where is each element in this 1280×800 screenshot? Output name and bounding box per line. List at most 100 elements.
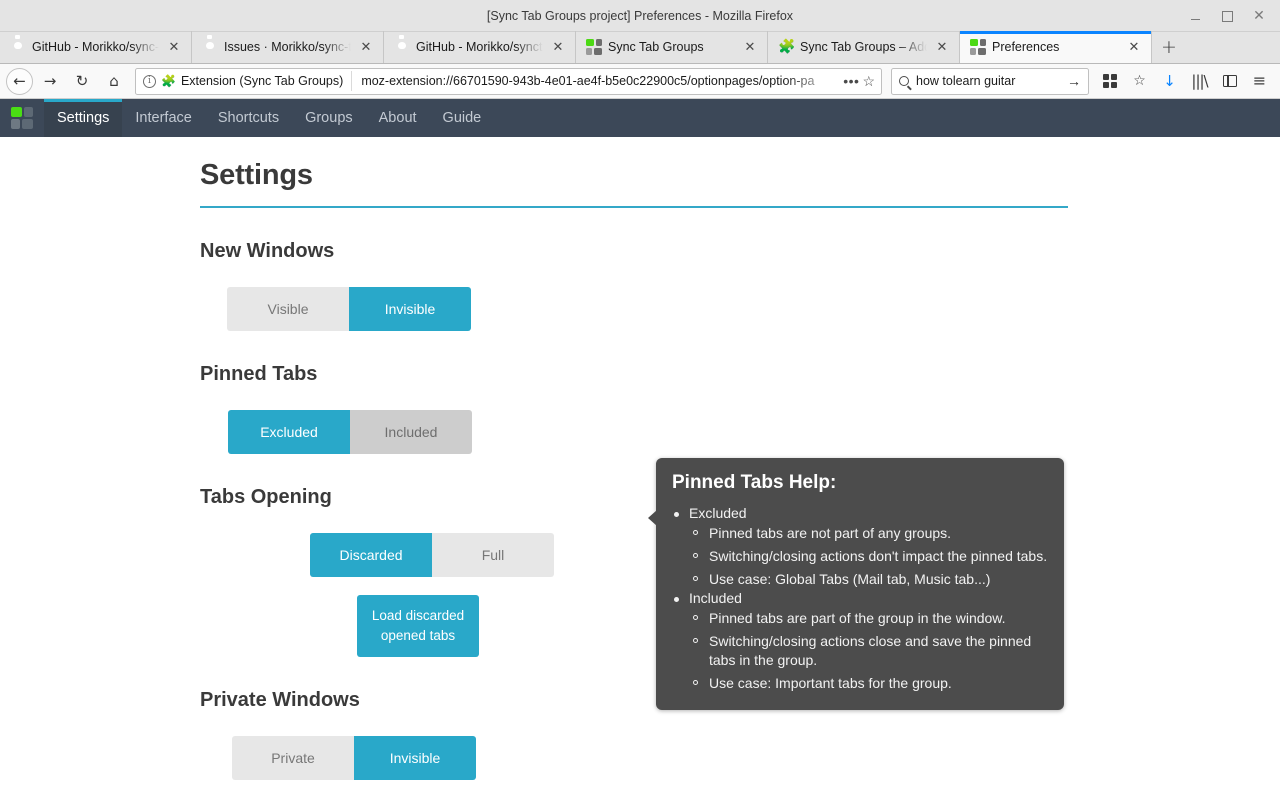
github-icon bbox=[394, 39, 410, 55]
hamburger-menu-icon[interactable]: ≡ bbox=[1245, 67, 1274, 95]
browser-tab-active[interactable]: Preferences ✕ bbox=[960, 31, 1152, 63]
puzzle-icon: 🧩 bbox=[161, 74, 176, 88]
settings-content: Settings New Windows Visible Invisible P… bbox=[0, 137, 1280, 780]
close-tab-icon[interactable]: ✕ bbox=[165, 38, 183, 56]
help-sublist-included: Pinned tabs are part of the group in the… bbox=[672, 609, 1048, 695]
url-input[interactable]: moz-extension://66701590-943b-4e01-ae4f-… bbox=[352, 74, 843, 88]
help-sublist-excluded: Pinned tabs are not part of any groups. … bbox=[672, 524, 1048, 590]
close-tab-icon[interactable]: ✕ bbox=[357, 38, 375, 56]
home-icon[interactable]: ⌂ bbox=[99, 67, 129, 95]
window-controls: ✕ bbox=[1180, 0, 1274, 32]
bookmark-star-icon[interactable]: ☆ bbox=[862, 74, 875, 88]
pinned-tabs-help-tooltip: Pinned Tabs Help: Excluded Pinned tabs a… bbox=[648, 458, 1064, 711]
github-icon bbox=[10, 39, 26, 55]
page-actions-icon[interactable]: ••• bbox=[843, 74, 859, 88]
section-title-new-windows: New Windows bbox=[200, 240, 335, 262]
brand-logo bbox=[0, 99, 44, 137]
minimize-button[interactable] bbox=[1180, 3, 1210, 29]
sync-tab-groups-icon bbox=[970, 39, 986, 55]
help-detail: Pinned tabs are part of the group in the… bbox=[672, 609, 1048, 629]
nav-item-label: Guide bbox=[442, 110, 482, 126]
help-group-included: Included bbox=[672, 590, 1048, 606]
nav-item-groups[interactable]: Groups bbox=[292, 99, 366, 137]
title-divider bbox=[200, 206, 1068, 208]
option-discarded[interactable]: Discarded bbox=[310, 533, 432, 577]
option-private[interactable]: Private bbox=[232, 736, 354, 780]
pocket-icon[interactable]: ☆ bbox=[1125, 67, 1154, 95]
grid-icon[interactable] bbox=[1095, 67, 1124, 95]
option-visible[interactable]: Visible bbox=[227, 287, 349, 331]
tab-label: Sync Tab Groups – Add-o bbox=[800, 40, 927, 54]
browser-tab[interactable]: 🧩 Sync Tab Groups – Add-o ✕ bbox=[768, 31, 960, 63]
new-windows-toggle-group: Visible Invisible bbox=[227, 287, 1280, 331]
back-arrow-icon[interactable]: ← bbox=[6, 67, 33, 95]
new-tab-button[interactable]: + bbox=[1152, 31, 1186, 63]
close-window-button[interactable]: ✕ bbox=[1244, 3, 1274, 29]
search-submit-icon[interactable]: → bbox=[1067, 74, 1081, 88]
page-title: Settings bbox=[200, 159, 313, 191]
downloads-icon[interactable]: ↓ bbox=[1155, 67, 1184, 95]
close-tab-icon[interactable]: ✕ bbox=[549, 38, 567, 56]
browser-tab[interactable]: GitHub - Morikko/synctab ✕ bbox=[384, 31, 576, 63]
nav-item-label: Interface bbox=[135, 110, 192, 126]
option-full[interactable]: Full bbox=[432, 533, 554, 577]
extension-nav-items: Settings Interface Shortcuts Groups Abou… bbox=[44, 99, 494, 137]
tab-label: Preferences bbox=[992, 40, 1060, 54]
nav-item-label: Settings bbox=[57, 110, 110, 126]
library-icon[interactable]: |||\ bbox=[1185, 67, 1214, 95]
tab-label: Sync Tab Groups bbox=[608, 40, 704, 54]
nav-item-guide[interactable]: Guide bbox=[430, 99, 495, 137]
help-detail: Switching/closing actions close and save… bbox=[672, 632, 1048, 672]
tab-strip: GitHub - Morikko/sync-tab ✕ Issues · Mor… bbox=[0, 31, 1280, 64]
help-list: Excluded Pinned tabs are not part of any… bbox=[672, 505, 1048, 694]
option-excluded[interactable]: Excluded bbox=[228, 410, 350, 454]
close-tab-icon[interactable]: ✕ bbox=[1125, 38, 1143, 56]
maximize-button[interactable] bbox=[1212, 3, 1242, 29]
puzzle-icon: 🧩 bbox=[778, 38, 796, 54]
tab-label: Issues · Morikko/sync-tab bbox=[224, 40, 351, 54]
sync-tab-groups-icon bbox=[586, 39, 602, 55]
option-included[interactable]: Included bbox=[350, 410, 472, 454]
search-bar[interactable]: how tolearn guitar → bbox=[891, 67, 1089, 95]
help-title: Pinned Tabs Help: bbox=[672, 472, 837, 493]
github-icon bbox=[202, 39, 218, 55]
sidebar-icon[interactable] bbox=[1215, 67, 1244, 95]
window-titlebar: [Sync Tab Groups project] Preferences - … bbox=[0, 0, 1280, 32]
load-discarded-opened-tabs-button[interactable]: Load discarded opened tabs bbox=[357, 595, 479, 657]
close-tab-icon[interactable]: ✕ bbox=[933, 38, 951, 56]
extension-navbar: Settings Interface Shortcuts Groups Abou… bbox=[0, 99, 1280, 137]
help-detail: Use case: Important tabs for the group. bbox=[672, 674, 1048, 694]
close-tab-icon[interactable]: ✕ bbox=[741, 38, 759, 56]
nav-item-settings[interactable]: Settings bbox=[44, 99, 123, 137]
option-private-invisible[interactable]: Invisible bbox=[354, 736, 476, 780]
identity-box[interactable]: i 🧩 Extension (Sync Tab Groups) bbox=[136, 71, 353, 91]
browser-tab[interactable]: Issues · Morikko/sync-tab ✕ bbox=[192, 31, 384, 63]
pinned-tabs-toggle-group: Excluded Included bbox=[228, 410, 1280, 454]
navigation-toolbar: ← → ↻ ⌂ i 🧩 Extension (Sync Tab Groups) … bbox=[0, 64, 1280, 99]
nav-item-shortcuts[interactable]: Shortcuts bbox=[205, 99, 292, 137]
help-detail: Switching/closing actions don't impact t… bbox=[672, 547, 1048, 567]
url-bar[interactable]: i 🧩 Extension (Sync Tab Groups) moz-exte… bbox=[135, 67, 882, 95]
help-detail: Pinned tabs are not part of any groups. bbox=[672, 524, 1048, 544]
option-invisible[interactable]: Invisible bbox=[349, 287, 471, 331]
help-detail: Use case: Global Tabs (Mail tab, Music t… bbox=[672, 570, 1048, 590]
url-actions: ••• ☆ bbox=[843, 74, 881, 88]
nav-item-label: About bbox=[378, 110, 417, 126]
firefox-window: [Sync Tab Groups project] Preferences - … bbox=[0, 0, 1280, 800]
forward-arrow-icon[interactable]: → bbox=[35, 67, 65, 95]
browser-tab[interactable]: GitHub - Morikko/sync-tab ✕ bbox=[0, 31, 192, 63]
section-title-pinned-tabs: Pinned Tabs bbox=[200, 363, 318, 385]
info-icon: i bbox=[143, 74, 156, 88]
nav-item-interface[interactable]: Interface bbox=[122, 99, 204, 137]
browser-tab[interactable]: Sync Tab Groups ✕ bbox=[576, 31, 768, 63]
search-icon bbox=[899, 76, 909, 86]
reload-icon[interactable]: ↻ bbox=[67, 67, 97, 95]
tab-label: GitHub - Morikko/sync-tab bbox=[32, 40, 159, 54]
page-content: Settings Interface Shortcuts Groups Abou… bbox=[0, 99, 1280, 800]
toolbar-icons: ☆ ↓ |||\ ≡ bbox=[1095, 67, 1274, 95]
window-title: [Sync Tab Groups project] Preferences - … bbox=[486, 8, 794, 23]
search-input[interactable]: how tolearn guitar bbox=[916, 74, 1060, 88]
nav-item-about[interactable]: About bbox=[366, 99, 430, 137]
nav-item-label: Shortcuts bbox=[217, 110, 280, 126]
identity-label: Extension (Sync Tab Groups) bbox=[180, 74, 344, 88]
